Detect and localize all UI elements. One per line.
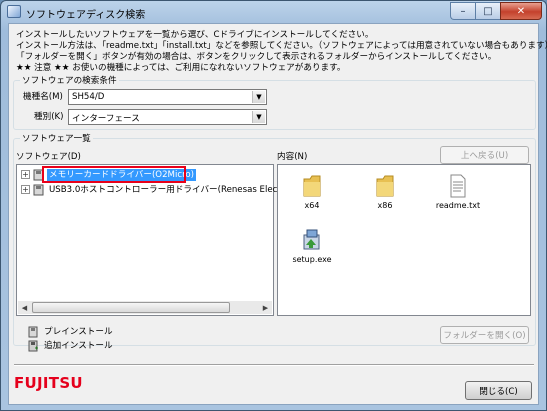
intro-line: インストールしたいソフトウェアを一覧から選び、Cドライブにインストールしてくださ… [16,30,374,40]
file-item[interactable]: x64 [282,173,342,210]
preinstall-icon [28,326,38,338]
folder-icon [303,175,321,197]
intro-text: インストールしたいソフトウェアを一覧から選び、Cドライブにインストールしてくださ… [16,30,547,74]
tree-item[interactable]: + USB3.0ホストコントローラー用ドライバー(Renesas Electro… [21,184,302,196]
text-file-icon [450,174,466,198]
minimize-button[interactable]: – [450,2,475,20]
model-label: 機種名(M) [23,92,63,102]
contents-pane[interactable]: x64 x86 readme.txt setup.exe [277,164,531,316]
up-button[interactable]: 上へ戻る(U) [440,146,529,164]
intro-line: ★★ 注意 ★★ お使いの機種によっては、ご利用になれないソフトウェアがあります… [16,63,346,73]
model-select-value: SH54/D [72,92,105,102]
file-name: readme.txt [435,201,481,210]
intro-line: インストール方法は、「readme.txt」「install.txt」などを参照… [16,41,547,51]
file-item[interactable]: setup.exe [282,227,342,264]
window-controls: – □ ✕ [450,2,542,20]
chevron-down-icon: ▼ [252,111,265,123]
folder-icon [376,175,394,197]
window-title: ソフトウェアディスク検索 [26,10,146,21]
open-folder-button[interactable]: フォルダーを開く(O) [440,326,529,344]
file-name: x86 [377,201,393,210]
dialog-client: インストールしたいソフトウェアを一覧から選び、Cドライブにインストールしてくださ… [8,23,547,405]
scroll-left-icon[interactable]: ◀ [18,301,31,314]
legend-label: プレインストール [44,327,113,337]
selection-highlight-box [42,166,186,183]
file-item[interactable]: x86 [355,173,415,210]
app-window: ソフトウェアディスク検索 – □ ✕ インストールしたいソフトウェアを一覧から選… [0,0,547,411]
type-select[interactable]: インターフェース ▼ [68,109,267,125]
model-select[interactable]: SH54/D ▼ [68,89,267,105]
scroll-thumb[interactable] [32,302,230,313]
scroll-right-icon[interactable]: ▶ [259,301,272,314]
additional-install-icon [28,340,38,352]
file-name: x64 [304,201,320,210]
horizontal-scrollbar[interactable]: ◀ ▶ [18,301,272,314]
type-select-value: インターフェース [72,114,140,124]
close-button[interactable]: 閉じる(C) [465,381,532,400]
expand-icon[interactable]: + [21,170,30,179]
file-name: setup.exe [292,255,332,264]
file-item[interactable]: readme.txt [428,173,488,210]
expand-icon[interactable]: + [21,185,30,194]
software-list-group-label: ソフトウェア一覧 [20,132,93,144]
setup-icon [303,229,320,250]
chevron-down-icon: ▼ [252,91,265,103]
software-list-group: ソフトウェア一覧 ソフトウェア(D) 内容(N) 上へ戻る(U) + メモリーカ… [13,132,536,352]
legend-label: 追加インストール [44,341,113,351]
disk-icon [33,184,44,196]
maximize-button[interactable]: □ [475,2,500,20]
tree-item-label: USB3.0ホストコントローラー用ドライバー(Renesas Electroni… [49,185,302,195]
close-window-button[interactable]: ✕ [500,2,542,20]
tree-label: ソフトウェア(D) [16,152,81,162]
footer-separator [14,364,534,366]
fujitsu-logo: FUJITSU [14,374,83,392]
type-label: 種別(K) [34,112,64,122]
title-bar[interactable]: ソフトウェアディスク検索 – □ ✕ [1,1,546,23]
intro-line: 「フォルダーを開く」ボタンが有効の場合は、ボタンをクリックして表示されるフォルダ… [16,52,497,62]
search-conditions-group: ソフトウェアの検索条件 機種名(M) SH54/D ▼ 種別(K) インターフェ… [13,74,536,130]
search-group-label: ソフトウェアの検索条件 [20,74,119,86]
software-tree[interactable]: + メモリーカードドライバー(O2Micro) + USB3.0ホストコントロー… [16,164,302,316]
app-icon [7,5,21,18]
contents-label: 内容(N) [277,152,308,162]
